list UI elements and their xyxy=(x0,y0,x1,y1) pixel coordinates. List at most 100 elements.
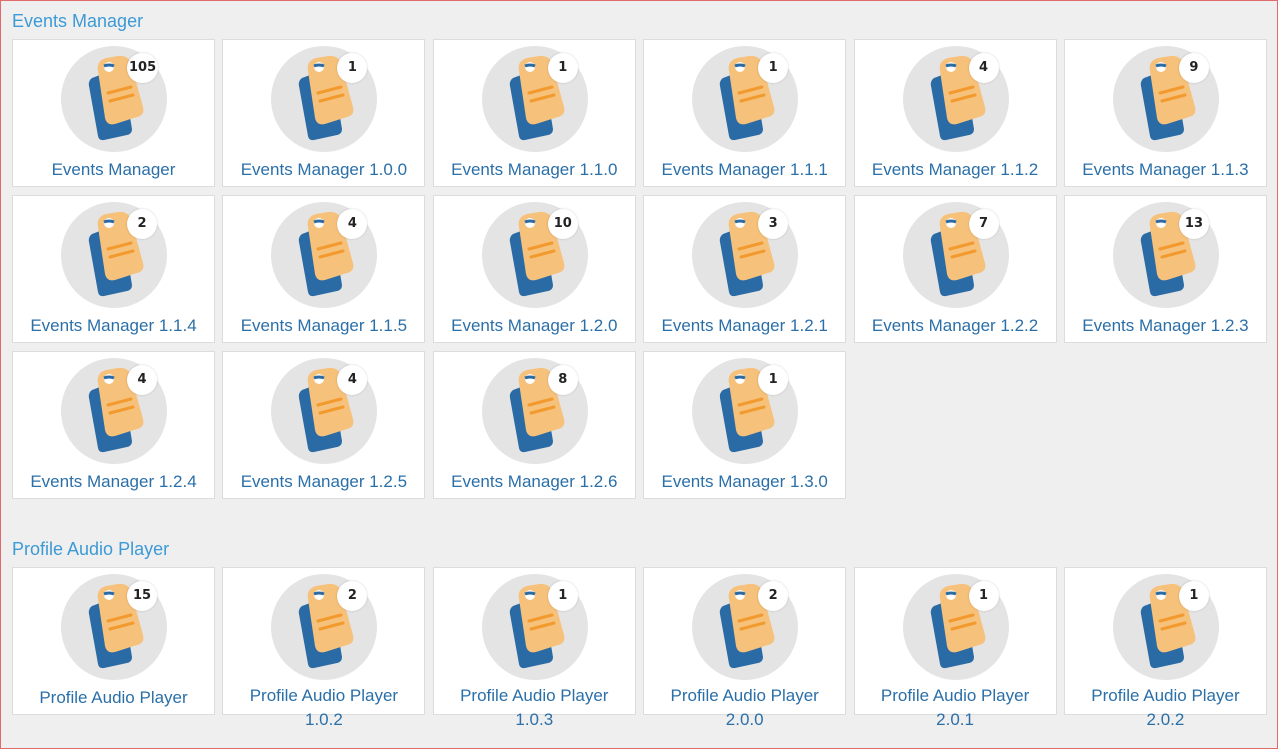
package-tile[interactable]: 1 Events Manager 1.3.0 xyxy=(643,351,847,499)
tile-label-line: Events Manager 1.1.1 xyxy=(661,160,828,179)
package-tile[interactable]: 2 Profile Audio Player 1.0.2 xyxy=(222,567,426,729)
package-tile[interactable]: 4 Events Manager 1.1.5 xyxy=(222,195,426,343)
tile-label: Events Manager 1.2.1 xyxy=(644,314,845,338)
count-badge: 15 xyxy=(127,581,157,611)
tile-label: Profile Audio Player xyxy=(13,686,214,710)
tile-version-line: 2.0.0 xyxy=(725,710,764,729)
package-tile[interactable]: 2 Profile Audio Player 2.0.0 xyxy=(643,567,847,729)
section-events-manager: Events Manager 105 Events Manager 1 Events… xyxy=(12,10,1268,499)
count-badge: 2 xyxy=(758,581,789,611)
tile-label: Profile Audio Player 2.0.1 xyxy=(855,684,1056,732)
section-title: Profile Audio Player xyxy=(12,539,170,559)
tag-stack-icon: 2 xyxy=(691,573,799,681)
tag-stack-icon: 1 xyxy=(691,357,799,465)
tile-label-line: Profile Audio Player xyxy=(670,686,819,705)
tile-version-line: 2.0.1 xyxy=(936,710,974,729)
package-tile[interactable]: 9 Events Manager 1.1.3 xyxy=(1063,39,1267,187)
package-tile[interactable]: 4 Events Manager 1.2.4 xyxy=(12,351,215,499)
tile-version-line: 1.0.3 xyxy=(515,710,554,729)
count-badge: 1 xyxy=(758,53,789,83)
tile-label-line: Profile Audio Player xyxy=(249,686,399,705)
tag-stack-icon: 3 xyxy=(691,201,799,309)
tile-label-line: Events Manager 1.2.0 xyxy=(451,316,618,335)
package-tile[interactable]: 1 Profile Audio Player 1.0.3 xyxy=(432,567,636,729)
tile-label-line: Events Manager 1.0.0 xyxy=(240,160,408,179)
tile-label: Events Manager 1.1.3 xyxy=(1065,158,1266,182)
tag-stack-icon: 2 xyxy=(60,201,168,309)
tile-label: Events Manager 1.3.0 xyxy=(644,470,845,494)
count-badge: 3 xyxy=(758,209,789,239)
tag-stack-icon: 1 xyxy=(902,573,1010,681)
package-tile[interactable]: 1 Events Manager 1.0.0 xyxy=(222,39,426,187)
tile-label: Events Manager 1.2.3 xyxy=(1065,314,1266,338)
tag-stack-icon: 4 xyxy=(270,201,378,309)
tile-label: Events Manager 1.2.4 xyxy=(13,470,214,494)
tag-stack-icon: 8 xyxy=(481,357,589,465)
tile-label-line: Events Manager xyxy=(51,160,176,179)
tile-label-line: Events Manager 1.3.0 xyxy=(661,472,828,491)
package-tile[interactable]: 10 Events Manager 1.2.0 xyxy=(432,195,636,343)
package-tile[interactable]: 3 Events Manager 1.2.1 xyxy=(643,195,847,343)
count-badge: 1 xyxy=(547,581,578,611)
package-tile[interactable]: 7 Events Manager 1.2.2 xyxy=(853,195,1057,343)
tag-stack-icon: 105 xyxy=(60,45,168,153)
count-badge: 1 xyxy=(968,581,999,611)
tile-label-line: Events Manager 1.2.5 xyxy=(240,472,408,491)
tile-label-line: Events Manager 1.1.4 xyxy=(30,316,197,335)
tag-stack-icon: 1 xyxy=(270,45,378,153)
tile-label: Events Manager 1.1.1 xyxy=(644,158,845,182)
tile-label-line: Profile Audio Player xyxy=(460,686,609,705)
tag-stack-icon: 2 xyxy=(270,573,378,681)
count-badge: 1 xyxy=(1178,581,1209,611)
tile-label: Events Manager 1.1.5 xyxy=(223,314,424,338)
tile-label: Events Manager 1.2.2 xyxy=(855,314,1056,338)
tile-label: Profile Audio Player 2.0.2 xyxy=(1065,684,1266,732)
tag-stack-icon: 15 xyxy=(60,573,168,681)
count-badge: 4 xyxy=(968,53,999,83)
tile-label-line: Events Manager 1.2.1 xyxy=(661,316,828,335)
tile-label-line: Events Manager 1.1.0 xyxy=(451,160,618,179)
tile-version-line: 2.0.2 xyxy=(1146,710,1185,729)
package-tile[interactable]: 1 Events Manager 1.1.0 xyxy=(432,39,636,187)
package-tile[interactable]: 4 Events Manager 1.2.5 xyxy=(222,351,426,499)
tile-label-line: Events Manager 1.2.3 xyxy=(1082,316,1249,335)
package-tile[interactable]: 8 Events Manager 1.2.6 xyxy=(432,351,636,499)
tile-label: Events Manager 1.1.4 xyxy=(13,314,214,338)
tile-label-line: Events Manager 1.1.3 xyxy=(1082,160,1249,179)
package-tile[interactable]: 1 Profile Audio Player 2.0.2 xyxy=(1063,567,1267,729)
tile-label: Events Manager 1.2.0 xyxy=(434,314,635,338)
tile-label-line: Events Manager 1.1.5 xyxy=(240,316,408,335)
count-badge: 8 xyxy=(547,365,578,395)
package-tile[interactable]: 105 Events Manager xyxy=(12,39,215,187)
count-badge: 105 xyxy=(127,53,159,83)
count-badge: 1 xyxy=(547,53,578,83)
tag-stack-icon: 9 xyxy=(1112,45,1220,153)
tile-label: Events Manager 1.1.2 xyxy=(855,158,1056,182)
tag-stack-icon: 4 xyxy=(60,357,168,465)
tag-stack-icon: 1 xyxy=(1112,573,1220,681)
tile-label-line: Profile Audio Player xyxy=(39,688,188,707)
count-badge: 1 xyxy=(758,365,789,395)
tile-label: Profile Audio Player 2.0.0 xyxy=(644,684,845,732)
package-tile[interactable]: 13 Events Manager 1.2.3 xyxy=(1063,195,1267,343)
package-tile[interactable]: 4 Events Manager 1.1.2 xyxy=(853,39,1057,187)
package-tile[interactable]: 1 Profile Audio Player 2.0.1 xyxy=(853,567,1057,729)
tile-label: Events Manager 1.0.0 xyxy=(223,158,424,182)
tag-stack-icon: 4 xyxy=(270,357,378,465)
package-tile[interactable]: 15 Profile Audio Player xyxy=(12,567,215,715)
tile-label: Events Manager 1.2.6 xyxy=(434,470,635,494)
tag-stack-icon: 1 xyxy=(481,573,589,681)
tile-label: Profile Audio Player 1.0.2 xyxy=(223,684,424,732)
tile-label-line: Events Manager 1.2.4 xyxy=(30,472,197,491)
tile-label-line: Events Manager 1.1.2 xyxy=(871,160,1039,179)
tile-label: Profile Audio Player 1.0.3 xyxy=(434,684,635,732)
tag-stack-icon: 7 xyxy=(902,201,1010,309)
section-profile-audio-player: Profile Audio Player 15 Profile Audio Pla… xyxy=(12,538,1268,729)
tag-stack-icon: 1 xyxy=(691,45,799,153)
package-tile[interactable]: 1 Events Manager 1.1.1 xyxy=(643,39,847,187)
package-tile[interactable]: 2 Events Manager 1.1.4 xyxy=(12,195,215,343)
tile-label: Events Manager 1.2.5 xyxy=(223,470,424,494)
tile-label-line: Profile Audio Player xyxy=(880,686,1030,705)
count-badge: 4 xyxy=(127,365,157,395)
count-badge: 13 xyxy=(1178,209,1209,239)
